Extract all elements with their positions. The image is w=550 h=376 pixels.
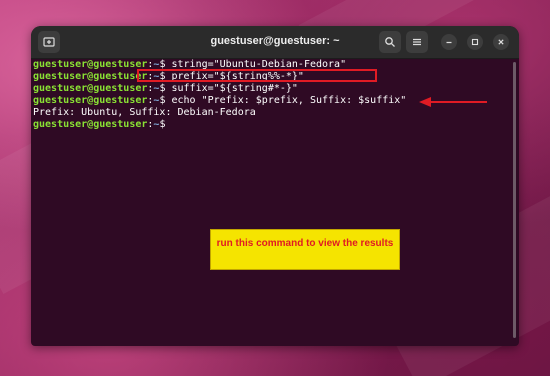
prompt-user: guestuser@guestuser bbox=[33, 59, 148, 70]
search-icon bbox=[384, 36, 396, 48]
minimize-button[interactable] bbox=[441, 34, 457, 50]
close-icon bbox=[497, 38, 505, 46]
command-text: echo "Prefix: $prefix, Suffix: $suffix" bbox=[171, 95, 407, 106]
prompt-symbol: $ bbox=[159, 95, 172, 106]
annotation-callout: run this command to view the results bbox=[210, 229, 400, 270]
menu-button[interactable] bbox=[406, 31, 428, 53]
prompt-user: guestuser@guestuser bbox=[33, 83, 148, 94]
prompt-symbol: $ bbox=[159, 119, 172, 130]
command-line: guestuser@guestuser:~$ suffix="${string#… bbox=[33, 83, 511, 95]
command-highlight-box bbox=[137, 69, 377, 82]
command-text: suffix="${string#*-}" bbox=[171, 83, 298, 94]
prompt-user: guestuser@guestuser bbox=[33, 95, 148, 106]
maximize-icon bbox=[471, 38, 479, 46]
hamburger-menu-icon bbox=[411, 36, 423, 48]
new-tab-button[interactable] bbox=[38, 31, 60, 53]
prompt-user: guestuser@guestuser bbox=[33, 71, 148, 82]
prompt-user: guestuser@guestuser bbox=[33, 119, 148, 130]
scrollbar[interactable] bbox=[513, 62, 516, 338]
new-tab-icon bbox=[43, 36, 55, 48]
command-line[interactable]: guestuser@guestuser:~$ bbox=[33, 119, 511, 131]
annotation-arrow-icon bbox=[419, 96, 489, 108]
close-button[interactable] bbox=[493, 34, 509, 50]
prompt-symbol: $ bbox=[159, 83, 172, 94]
search-button[interactable] bbox=[379, 31, 401, 53]
minimize-icon bbox=[445, 38, 453, 46]
command-output: Prefix: Ubuntu, Suffix: Debian-Fedora bbox=[33, 107, 256, 118]
maximize-button[interactable] bbox=[467, 34, 483, 50]
title-bar[interactable]: guestuser@guestuser: ~ bbox=[31, 26, 519, 59]
